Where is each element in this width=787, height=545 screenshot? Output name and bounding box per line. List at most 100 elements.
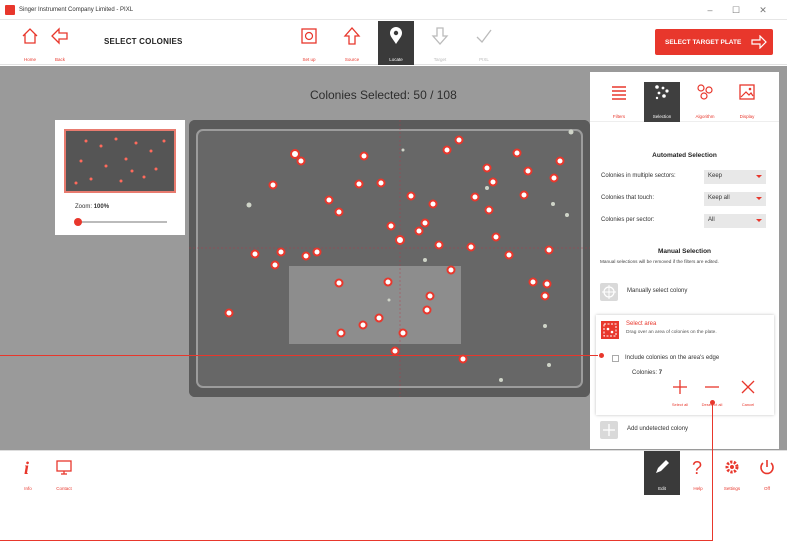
cancel-label: Cancel <box>741 402 755 407</box>
minimize-button[interactable]: – <box>697 0 723 20</box>
page-title: SELECT COLONIES <box>104 37 183 46</box>
app-logo-icon <box>5 4 15 15</box>
help-icon: ? <box>692 458 702 478</box>
automated-selection-heading: Automated Selection <box>652 152 717 159</box>
multiple-sectors-select[interactable]: Keep <box>704 170 766 184</box>
selection-icon <box>655 85 669 100</box>
minus-icon <box>705 386 719 388</box>
contact-button[interactable]: Contact <box>46 451 82 495</box>
step-target[interactable]: Target <box>422 21 458 65</box>
title-bar: Singer Instrument Company Limited - PIXL… <box>0 0 787 20</box>
step-pixl[interactable]: PIXL <box>466 21 502 65</box>
location-pin-icon <box>390 27 402 44</box>
chevron-down-icon <box>756 197 762 200</box>
window-title: Singer Instrument Company Limited - PIXL <box>19 6 134 13</box>
plate-workspace: Colonies Selected: 50 / 108 Zoom: 100% F… <box>0 66 787 450</box>
select-target-plate-label: SELECT TARGET PLATE <box>665 38 742 46</box>
manual-selection-note: Manual selections will be removed if the… <box>600 259 719 264</box>
zoom-slider[interactable] <box>74 218 167 226</box>
zoom-value: 100% <box>93 204 110 210</box>
callout-line-checkbox <box>0 355 598 356</box>
step-locate[interactable]: Locate <box>378 21 414 65</box>
info-icon: i <box>24 458 29 478</box>
manually-select-colony-label: Manually select colony <box>627 288 688 294</box>
back-button[interactable]: Back <box>42 21 78 65</box>
off-button[interactable]: Off <box>749 451 785 495</box>
select-all-label: Select all <box>671 402 689 407</box>
tab-selection-label: Selection <box>652 114 672 119</box>
select-target-plate-button[interactable]: SELECT TARGET PLATE <box>655 29 773 55</box>
callout-dot <box>599 353 604 358</box>
tab-selection[interactable]: Selection <box>644 82 680 122</box>
include-edge-checkbox[interactable] <box>612 355 619 362</box>
include-edge-label: Include colonies on the area's edge <box>625 355 720 361</box>
select-area-subtitle: Drag over an area of colonies on the pla… <box>626 330 717 335</box>
manually-select-colony-button[interactable]: Manually select colony <box>600 283 770 301</box>
step-source[interactable]: Source <box>334 21 370 65</box>
chevron-down-icon <box>756 219 762 222</box>
colonies-per-sector-value: All <box>708 217 715 223</box>
off-label: Off <box>764 486 770 491</box>
close-button[interactable]: ✕ <box>750 0 776 20</box>
colonies-per-sector-select[interactable]: All <box>704 214 766 228</box>
chevron-down-icon <box>756 175 762 178</box>
pencil-icon <box>656 460 669 473</box>
source-label: Source <box>344 57 360 62</box>
tab-filters[interactable]: Filters <box>601 82 637 122</box>
svg-text:?: ? <box>692 458 702 477</box>
callout-dot <box>710 400 715 405</box>
crosshair-icon <box>600 283 618 301</box>
edit-label: Edit <box>658 486 666 491</box>
setup-label: Set up <box>302 57 316 62</box>
contact-icon <box>56 460 72 475</box>
multiple-sectors-label: Colonies in multiple sectors: <box>601 173 676 179</box>
settings-button[interactable]: Settings <box>714 451 750 495</box>
select-area-title: Select area <box>626 321 657 327</box>
gear-icon <box>725 460 739 474</box>
colonies-touch-value: Keep all <box>708 195 730 201</box>
checkmark-icon <box>476 29 492 43</box>
colonies-touch-select[interactable]: Keep all <box>704 192 766 206</box>
edit-button[interactable]: Edit <box>644 451 680 495</box>
zoom-slider-handle[interactable] <box>74 218 82 226</box>
manual-selection-heading: Manual Selection <box>657 248 712 255</box>
back-label: Back <box>54 57 65 62</box>
bottom-bar: i Info Contact Edit ? Help Settings Off <box>0 450 787 495</box>
app-window: Singer Instrument Company Limited - PIXL… <box>0 0 787 545</box>
multiple-sectors-value: Keep <box>708 173 723 179</box>
setup-icon <box>301 28 317 44</box>
toolbar: Home Back SELECT COLONIES Set up Source … <box>0 21 787 65</box>
colonies-per-sector-row: Colonies per sector: All <box>601 214 771 228</box>
zoom-readout: Zoom: 100% <box>75 204 109 210</box>
locate-label: Locate <box>389 57 403 62</box>
arrow-right-icon <box>751 35 767 49</box>
select-area-icon[interactable] <box>601 321 619 339</box>
colonies-per-sector-label: Colonies per sector: <box>601 217 655 223</box>
add-undetected-colony-label: Add undetected colony <box>627 426 689 432</box>
tab-display[interactable]: Display <box>729 82 765 122</box>
plate-overview-card: Zoom: 100% <box>55 120 185 235</box>
info-button[interactable]: i Info <box>10 451 46 495</box>
colonies-selected-count: Colonies Selected: 50 / 108 <box>310 88 457 102</box>
tab-algorithm[interactable]: Algorithm <box>687 82 723 122</box>
plate-thumbnail-image <box>66 131 174 191</box>
panel-tabs: Filters Selection Algorithm Display <box>590 72 779 122</box>
source-arrow-icon <box>343 27 361 45</box>
back-arrow-icon <box>51 27 68 45</box>
step-setup[interactable]: Set up <box>291 21 327 65</box>
add-undetected-colony-button[interactable]: Add undetected colony <box>600 421 770 439</box>
info-label: Info <box>24 486 32 491</box>
image-icon <box>739 84 755 100</box>
tab-filters-label: Filters <box>612 114 626 119</box>
selection-area-rect <box>289 266 461 344</box>
add-colony-icon <box>600 421 618 439</box>
plate-thumbnail[interactable] <box>64 129 176 193</box>
tab-display-label: Display <box>739 114 755 119</box>
select-all-button[interactable]: Select all <box>666 379 694 409</box>
contact-label: Contact <box>56 486 72 491</box>
colonies-count-value: 7 <box>658 370 663 376</box>
cancel-select-button[interactable]: Cancel <box>734 379 762 409</box>
maximize-button[interactable]: ☐ <box>723 0 749 20</box>
help-button[interactable]: ? Help <box>680 451 716 495</box>
colonies-touch-label: Colonies that touch: <box>601 195 655 201</box>
